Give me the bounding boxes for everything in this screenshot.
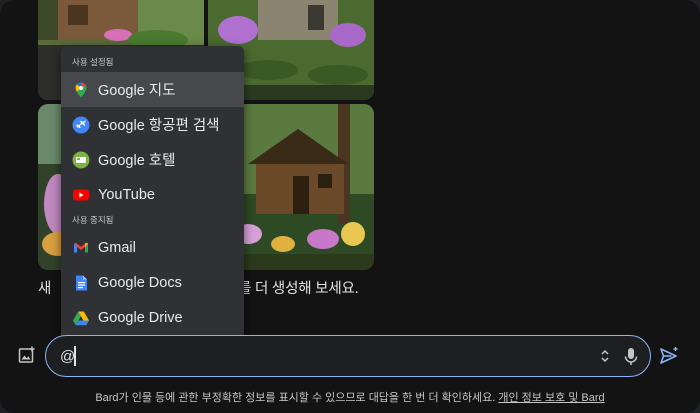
menu-item-google-flights[interactable]: Google 항공편 검색	[61, 107, 244, 142]
bard-chat-window: 새 를 더 생성해 보세요. 사용 설정됨 Google 지도 Google 항…	[0, 0, 700, 413]
send-icon[interactable]	[659, 346, 679, 366]
privacy-link[interactable]: 개인 정보 보호 및 Bard	[498, 392, 604, 404]
gmail-icon	[72, 239, 90, 257]
youtube-icon	[72, 186, 90, 204]
prompt-input-container	[45, 335, 651, 377]
caption-start: 새	[38, 281, 52, 297]
google-drive-icon	[72, 309, 90, 327]
menu-item-label: Google 호텔	[98, 153, 176, 169]
disclaimer-text: Bard가 인물 등에 관한 부정확한 정보를 표시할 수 있으므로 대답을 한…	[95, 392, 496, 404]
menu-item-google-maps[interactable]: Google 지도	[61, 72, 244, 107]
add-image-icon[interactable]	[18, 346, 36, 364]
disclaimer: Bard가 인물 등에 관한 부정확한 정보를 표시할 수 있으므로 대답을 한…	[0, 389, 700, 405]
menu-item-label: Google 지도	[98, 83, 176, 99]
menu-item-label: Gmail	[98, 239, 136, 256]
caption-end: 를 더 생성해 보세요.	[238, 281, 359, 297]
suggestion-caption: 새 를 더 생성해 보세요.	[38, 277, 359, 298]
menu-item-gmail[interactable]: Gmail	[61, 230, 244, 265]
extensions-menu: 사용 설정됨 Google 지도 Google 항공편 검색 Google 호텔…	[61, 46, 244, 343]
menu-item-label: YouTube	[98, 186, 155, 203]
menu-item-google-hotels[interactable]: Google 호텔	[61, 142, 244, 177]
google-flights-icon	[72, 116, 90, 134]
menu-item-label: Google 항공편 검색	[98, 118, 220, 134]
menu-item-youtube[interactable]: YouTube	[61, 177, 244, 212]
microphone-icon[interactable]	[623, 347, 639, 367]
text-cursor	[74, 346, 76, 366]
menu-section-enabled: 사용 설정됨	[72, 57, 114, 67]
menu-section-disabled: 사용 중지됨	[72, 215, 114, 225]
menu-item-label: Google Drive	[98, 309, 183, 326]
menu-item-google-drive[interactable]: Google Drive	[61, 300, 244, 335]
google-docs-icon	[72, 274, 90, 292]
google-maps-icon	[72, 81, 90, 99]
menu-item-label: Google Docs	[98, 274, 182, 291]
prompt-input[interactable]	[60, 345, 580, 367]
expand-collapse-icon[interactable]	[599, 348, 611, 364]
google-hotels-icon	[72, 151, 90, 169]
menu-item-google-docs[interactable]: Google Docs	[61, 265, 244, 300]
